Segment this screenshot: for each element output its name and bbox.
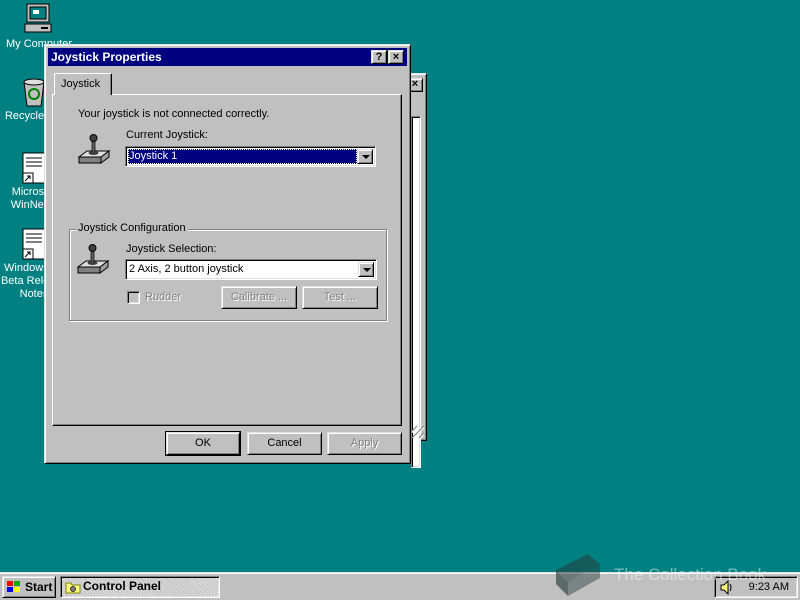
joystick-selection-value: 2 Axis, 2 button joystick xyxy=(129,263,244,275)
start-button[interactable]: Start xyxy=(2,576,56,598)
ok-button[interactable]: OK xyxy=(165,431,241,456)
dialog-titlebar[interactable]: Joystick Properties ? × xyxy=(48,48,407,66)
ok-label: OK xyxy=(195,437,211,449)
test-label: Test ... xyxy=(323,291,357,303)
close-button[interactable]: × xyxy=(388,50,404,64)
dialog-title: Joystick Properties xyxy=(51,50,162,64)
close-icon: × xyxy=(392,51,400,63)
tab-joystick[interactable]: Joystick xyxy=(54,73,112,95)
apply-label: Apply xyxy=(350,437,379,449)
current-joystick-value: Joystick 1 xyxy=(128,149,357,164)
calibrate-button[interactable]: Calibrate ... xyxy=(221,286,297,309)
cancel-button[interactable]: Cancel xyxy=(247,432,322,455)
chevron-down-icon[interactable] xyxy=(358,262,374,277)
joystick-properties-dialog: Joystick Properties ? × Joystick Your jo… xyxy=(44,44,411,464)
help-icon: ? xyxy=(375,51,383,63)
joystick-icon xyxy=(76,244,110,274)
taskbar-button-label: Control Panel xyxy=(83,579,162,593)
checkbox-box[interactable] xyxy=(127,291,140,304)
current-joystick-dropdown[interactable]: Joystick 1 xyxy=(125,146,376,167)
watermark-text: The Collection Book xyxy=(614,565,767,584)
help-button[interactable]: ? xyxy=(371,50,387,64)
test-button[interactable]: Test ... xyxy=(302,286,378,309)
tab-panel: Your joystick is not connected correctly… xyxy=(52,94,402,426)
taskbar-button-control-panel[interactable]: Control Panel xyxy=(60,576,220,598)
calibrate-label: Calibrate ... xyxy=(230,291,288,303)
tab-label: Joystick xyxy=(61,78,101,90)
status-message: Your joystick is not connected correctly… xyxy=(78,108,270,120)
apply-button[interactable]: Apply xyxy=(327,432,402,455)
cancel-label: Cancel xyxy=(267,437,302,449)
resize-grip-icon[interactable] xyxy=(412,426,424,438)
control-panel-icon xyxy=(65,582,81,594)
watermark: The Collection Book xyxy=(548,550,798,600)
joystick-selection-dropdown[interactable]: 2 Axis, 2 button joystick xyxy=(125,259,377,280)
rudder-label: Rudder xyxy=(145,291,182,303)
joystick-selection-label: Joystick Selection: xyxy=(126,243,217,255)
chevron-down-icon[interactable] xyxy=(357,149,373,164)
start-label: Start xyxy=(25,580,53,594)
windows-logo-icon xyxy=(7,581,20,592)
joystick-icon xyxy=(77,134,111,164)
background-window-content xyxy=(411,116,421,468)
close-icon: × xyxy=(411,78,419,90)
book-logo-icon xyxy=(556,554,600,596)
group-label: Joystick Configuration xyxy=(76,222,188,234)
joystick-configuration-group: Joystick Configuration Joystick Selectio… xyxy=(69,222,387,321)
current-joystick-label: Current Joystick: xyxy=(126,129,208,141)
computer-icon xyxy=(24,3,52,33)
